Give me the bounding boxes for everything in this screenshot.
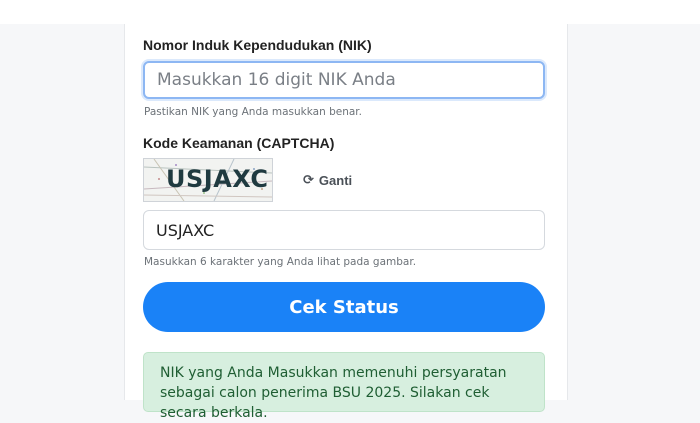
captcha-label: Kode Keamanan (CAPTCHA) <box>143 135 335 151</box>
captcha-image: USJAXC <box>143 158 273 202</box>
nik-help-text: Pastikan NIK yang Anda masukkan benar. <box>144 106 362 118</box>
captcha-help-text: Masukkan 6 karakter yang Anda lihat pada… <box>144 256 417 268</box>
captcha-input[interactable] <box>143 210 545 250</box>
check-status-button[interactable]: Cek Status <box>143 282 545 332</box>
refresh-label: Ganti <box>318 172 353 188</box>
nik-input[interactable] <box>143 61 545 99</box>
captcha-text: USJAXC <box>166 165 269 193</box>
success-alert: NIK yang Anda Masukkan memenuhi persyara… <box>143 352 545 421</box>
refresh-captcha-button[interactable]: ⟳ Ganti <box>303 172 352 188</box>
top-bar <box>0 0 700 24</box>
form-card: Nomor Induk Kependudukan (NIK) Pastikan … <box>124 24 568 421</box>
nik-label: Nomor Induk Kependudukan (NIK) <box>143 37 372 53</box>
refresh-icon: ⟳ <box>303 172 314 187</box>
